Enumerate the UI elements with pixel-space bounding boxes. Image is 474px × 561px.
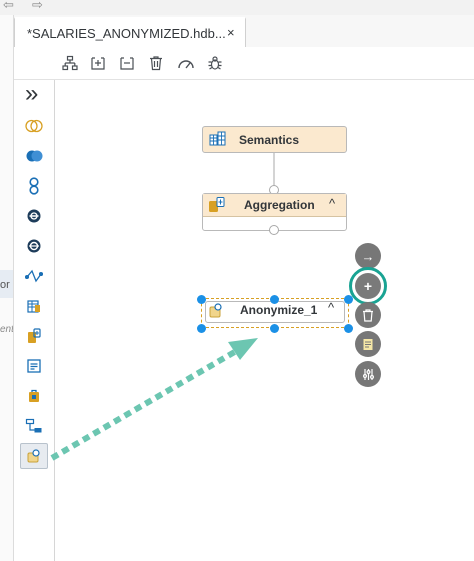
- drag-indicator-arrow: [50, 338, 258, 461]
